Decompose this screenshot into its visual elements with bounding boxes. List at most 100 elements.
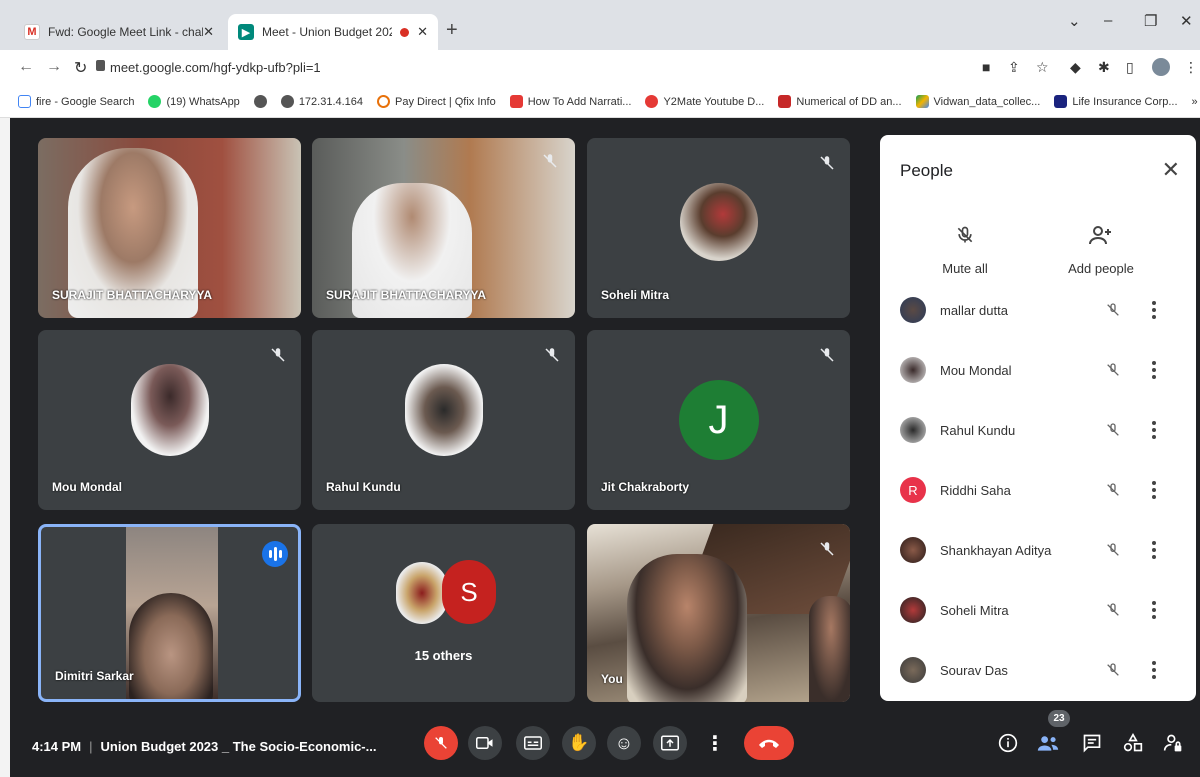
captions-button[interactable] (516, 726, 550, 760)
video-tile[interactable]: Rahul Kundu (312, 330, 575, 510)
raise-hand-button[interactable]: ✋ (562, 726, 596, 760)
reactions-button[interactable]: ☺ (607, 726, 641, 760)
activities-button[interactable] (1122, 732, 1144, 754)
present-icon (661, 735, 679, 751)
bookmark-item[interactable]: How To Add Narrati... (509, 95, 631, 108)
video-tile[interactable]: SURAJIT BHATTACHARYYA (312, 138, 575, 318)
leave-call-button[interactable] (744, 726, 794, 760)
reload-icon[interactable]: ↻ (74, 58, 87, 78)
tab-gmail[interactable]: M Fwd: Google Meet Link - chakrab ✕ (14, 14, 224, 50)
activities-icon (1123, 733, 1143, 752)
camera-toggle-button[interactable] (468, 726, 502, 760)
bookmark-item[interactable]: Vidwan_data_collec... (915, 95, 1040, 108)
tab-meet[interactable]: ▶ Meet - Union Budget 2023 ✕ (228, 14, 438, 50)
url-field[interactable]: meet.google.com/hgf-ydkp-ufb?pli=1 (110, 60, 321, 75)
avatar (130, 364, 209, 456)
video-tile[interactable]: Soheli Mitra (587, 138, 850, 318)
participant-row[interactable]: Mou Mondal (880, 350, 1196, 390)
close-tab-icon[interactable]: ✕ (203, 24, 214, 40)
others-count-label: 15 others (414, 648, 473, 663)
meeting-details-button[interactable] (997, 732, 1019, 754)
participant-name: Rahul Kundu (940, 422, 1016, 438)
bookmark-star-icon[interactable]: ☆ (1036, 59, 1049, 76)
bookmark-item[interactable]: Pay Direct | Qfix Info (377, 95, 496, 108)
captions-icon (524, 736, 542, 750)
more-options-icon[interactable] (1152, 661, 1156, 679)
participant-name: Rahul Kundu (326, 480, 401, 494)
browser-menu-icon[interactable]: ⋮ (1184, 59, 1198, 76)
emoji-icon: ☺ (614, 732, 634, 753)
participant-row[interactable]: mallar dutta (880, 290, 1196, 330)
extension-icon[interactable]: ◆ (1070, 59, 1081, 76)
mic-off-icon (1107, 363, 1119, 376)
add-people-button[interactable]: Add people (1046, 223, 1156, 276)
bookmarks-bar: fire - Google Search (19) WhatsApp 172.3… (0, 86, 1200, 118)
close-icon[interactable]: ✕ (1162, 157, 1180, 183)
present-screen-button[interactable] (653, 726, 687, 760)
video-tile[interactable]: SURAJIT BHATTACHARYYA (38, 138, 301, 318)
video-tile[interactable]: You (587, 524, 850, 702)
more-options-icon[interactable] (1152, 601, 1156, 619)
close-tab-icon[interactable]: ✕ (417, 24, 428, 40)
more-options-icon[interactable] (1152, 481, 1156, 499)
google-icon (18, 95, 31, 108)
video-tile-active-speaker[interactable]: Dimitri Sarkar (38, 524, 301, 702)
others-tile[interactable]: S 15 others (312, 524, 575, 702)
people-button[interactable] (1037, 732, 1059, 754)
mute-all-button[interactable]: Mute all (910, 223, 1020, 276)
more-vert-icon: ⋮ (705, 732, 725, 755)
side-panel-icon[interactable]: ▯ (1126, 59, 1134, 76)
more-options-icon[interactable] (1152, 421, 1156, 439)
avatar (900, 357, 926, 383)
mic-off-icon (820, 156, 834, 170)
forward-arrow-icon[interactable]: → (46, 58, 62, 76)
host-controls-button[interactable] (1162, 732, 1184, 754)
participant-row[interactable]: Sourav Das (880, 650, 1196, 690)
lic-icon (1054, 95, 1068, 108)
avatar: S (442, 560, 496, 624)
bookmark-item[interactable]: (19) WhatsApp (148, 95, 240, 108)
chat-button[interactable] (1081, 732, 1103, 754)
google-drive-icon (915, 95, 929, 108)
bookmark-item[interactable]: Y2Mate Youtube D... (645, 95, 764, 108)
clock-time: 4:14 PM (32, 739, 82, 754)
more-options-icon[interactable] (1152, 541, 1156, 559)
microphone-toggle-button[interactable] (424, 726, 458, 760)
bookmark-item[interactable]: Life Insurance Corp... (1054, 95, 1178, 108)
puzzle-extensions-icon[interactable]: ✱ (1098, 59, 1110, 76)
mic-off-icon (820, 542, 834, 556)
camera-icon (476, 737, 493, 749)
participant-row[interactable]: Shankhayan Aditya (880, 530, 1196, 570)
more-options-icon[interactable] (1152, 301, 1156, 319)
restore-button[interactable]: ❐ (1144, 12, 1157, 30)
bookmark-item[interactable]: Numerical of DD an... (778, 95, 902, 108)
new-tab-button[interactable]: + (446, 19, 458, 42)
bookmark-item[interactable]: 172.31.4.164 (280, 95, 363, 108)
profile-avatar[interactable] (1152, 58, 1170, 76)
video-tile[interactable]: Mou Mondal (38, 330, 301, 510)
bookmark-item[interactable]: fire - Google Search (18, 95, 134, 108)
participant-row[interactable]: Soheli Mitra (880, 590, 1196, 630)
back-arrow-icon[interactable]: ← (18, 58, 34, 76)
avatar: R (900, 477, 926, 503)
more-options-button[interactable]: ⋮ (698, 726, 732, 760)
participant-name: Jit Chakraborty (601, 480, 690, 494)
share-icon[interactable]: ⇪ (1008, 59, 1020, 76)
participant-name: Mou Mondal (940, 362, 1012, 378)
avatar (900, 537, 926, 563)
mic-off-icon (820, 348, 834, 362)
chat-icon (1083, 734, 1101, 753)
camera-in-use-icon[interactable]: ■ (982, 59, 990, 75)
close-window-button[interactable]: ✕ (1180, 12, 1193, 30)
participant-row[interactable]: Rahul Kundu (880, 410, 1196, 450)
participant-name: You (601, 672, 623, 686)
tab-search-chevron-icon[interactable]: ⌄ (1068, 12, 1081, 30)
video-tile[interactable]: J Jit Chakraborty (587, 330, 850, 510)
address-bar: ← → ↻ meet.google.com/hgf-ydkp-ufb?pli=1… (0, 50, 1200, 86)
more-bookmarks-chevron-icon[interactable]: » (1192, 96, 1198, 108)
participant-row[interactable]: R Riddhi Saha (880, 470, 1196, 510)
avatar (396, 562, 448, 624)
more-options-icon[interactable] (1152, 361, 1156, 379)
bookmark-item[interactable] (253, 95, 267, 108)
minimize-button[interactable]: – (1104, 12, 1112, 29)
